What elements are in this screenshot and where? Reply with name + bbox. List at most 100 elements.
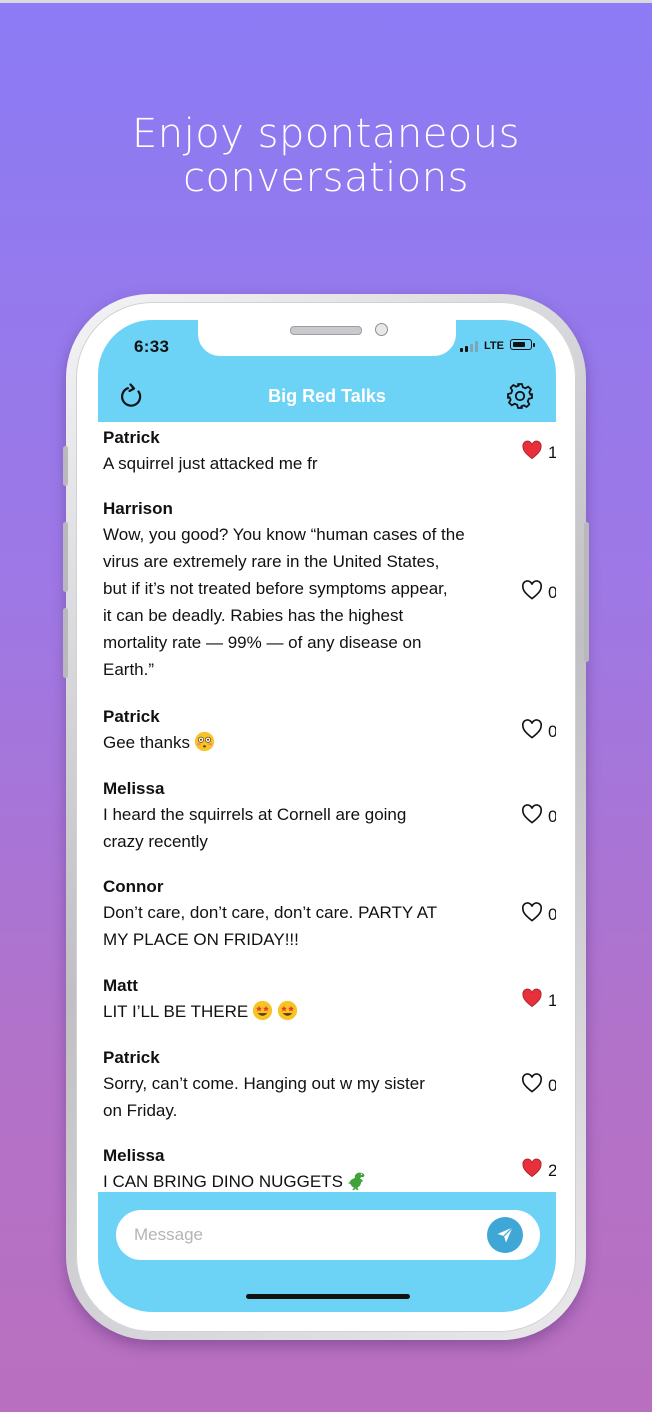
headline-line-1: Enjoy spontaneous [132,111,520,157]
front-camera [375,323,388,336]
like-button[interactable]: 1 [521,440,556,465]
message-item: Connor Don’t care, don’t care, don’t care… [103,875,556,953]
message-line: virus are extremely rare in the United S… [103,548,511,575]
heart-outline-icon [521,580,543,605]
like-button[interactable]: 0 [521,719,556,744]
message-line-text: Earth.” [103,660,155,679]
message-item: Melissa I heard the squirrels at Cornell … [103,777,556,855]
message-sender: Patrick [103,428,160,447]
message-sender: Patrick [103,707,160,726]
star-struck-emoji [277,1000,298,1021]
message-line-text: MY PLACE ON FRIDAY!!! [103,930,299,949]
like-button[interactable]: 0 [521,1073,556,1098]
like-count: 0 [548,904,556,924]
message-item: Harrison Wow, you good? You know “human c… [103,497,556,683]
power-button [584,522,589,662]
message-list[interactable]: Patrick A squirrel just attacked me fr 1 Ha… [98,422,556,1192]
message-line: Gee thanks [103,729,511,756]
heart-filled-icon [521,440,543,465]
like-button[interactable]: 0 [521,902,556,927]
message-item: Patrick Sorry, can’t come. Hanging out w … [103,1046,556,1124]
like-count: 0 [548,1075,556,1095]
message-line-text: virus are extremely rare in the United S… [103,552,440,571]
heart-outline-icon [521,804,543,829]
app-header: Big Red Talks [98,370,556,422]
message-text: Gee thanks [103,729,511,756]
heart-filled-icon [521,1158,543,1183]
message-sender: Melissa [103,1146,165,1165]
network-label: LTE [484,340,504,352]
message-line-text: I heard the squirrels at Cornell are goi… [103,805,407,824]
volume-down-button [63,608,68,678]
message-line: Wow, you good? You know “human cases of … [103,521,511,548]
message-line: on Friday. [103,1097,511,1124]
message-text: A squirrel just attacked me fr [103,450,511,477]
message-line: A squirrel just attacked me fr [103,450,511,477]
message-text: LIT I’LL BE THERE [103,998,511,1025]
notch [198,320,456,356]
message-line: I heard the squirrels at Cornell are goi… [103,801,511,828]
message-item: Patrick Gee thanks 0 [103,705,556,756]
top-border [0,0,652,3]
message-line-text: crazy recently [103,832,208,851]
message-line-text: it can be deadly. Rabies has the highest [103,606,404,625]
composer-bar [98,1192,556,1312]
app-title: Big Red Talks [268,386,386,406]
flushed-face-emoji [194,731,215,752]
heart-filled-icon [521,988,543,1013]
home-indicator [246,1294,410,1299]
like-button[interactable]: 0 [521,580,556,605]
battery-icon [510,339,535,350]
message-line: I CAN BRING DINO NUGGETS [103,1168,511,1192]
message-line-text: Sorry, can’t come. Hanging out w my sist… [103,1074,425,1093]
like-button[interactable]: 1 [521,988,556,1013]
message-line-text: I CAN BRING DINO NUGGETS [103,1172,343,1191]
message-input[interactable] [116,1210,540,1260]
like-count: 0 [548,806,556,826]
message-sender: Matt [103,976,138,995]
message-sender: Connor [103,877,164,896]
heart-outline-icon [521,1073,543,1098]
star-struck-emoji [252,1000,273,1021]
message-text: I CAN BRING DINO NUGGETS [103,1168,511,1192]
message-line: MY PLACE ON FRIDAY!!! [103,926,511,953]
settings-button[interactable] [504,380,536,412]
volume-up-button [63,522,68,592]
gear-icon [507,383,533,409]
signal-icon [460,341,478,352]
heart-outline-icon [521,719,543,744]
message-line: Don’t care, don’t care, don’t care. PART… [103,899,511,926]
like-button[interactable]: 0 [521,804,556,829]
message-line-text: mortality rate — 99% — of any disease on [103,633,422,652]
message-text: Wow, you good? You know “human cases of … [103,521,511,683]
message-line: mortality rate — 99% — of any disease on [103,629,511,656]
message-sender: Harrison [103,499,173,518]
message-sender: Melissa [103,779,165,798]
message-sender: Patrick [103,1048,160,1067]
message-line: Earth.” [103,656,511,683]
heart-outline-icon [521,902,543,927]
status-bar: 6:33 LTE [98,320,556,370]
message-text: I heard the squirrels at Cornell are goi… [103,801,511,855]
message-line-text: LIT I’LL BE THERE [103,1002,249,1021]
message-line: but if it’s not treated before symptoms … [103,575,511,602]
message-line: Sorry, can’t come. Hanging out w my sist… [103,1070,511,1097]
like-count: 0 [548,582,556,602]
message-line: crazy recently [103,828,511,855]
status-time: 6:33 [134,337,170,356]
t-rex-emoji [347,1170,368,1191]
marketing-headline: Enjoy spontaneous conversations [0,112,652,200]
message-line-text: Gee thanks [103,733,190,752]
message-line: it can be deadly. Rabies has the highest [103,602,511,629]
like-button[interactable]: 2 [521,1158,556,1183]
speaker-grille [290,326,362,335]
message-item: Patrick A squirrel just attacked me fr 1 [103,426,556,477]
message-line-text: Wow, you good? You know “human cases of … [103,525,465,544]
message-text: Sorry, can’t come. Hanging out w my sist… [103,1070,511,1124]
send-button[interactable] [487,1217,523,1253]
message-item: Melissa I CAN BRING DINO NUGGETS 2 [103,1144,556,1192]
send-icon [497,1227,513,1243]
mute-switch [63,446,68,486]
message-line-text: on Friday. [103,1101,178,1120]
message-line-text: Don’t care, don’t care, don’t care. PART… [103,903,438,922]
